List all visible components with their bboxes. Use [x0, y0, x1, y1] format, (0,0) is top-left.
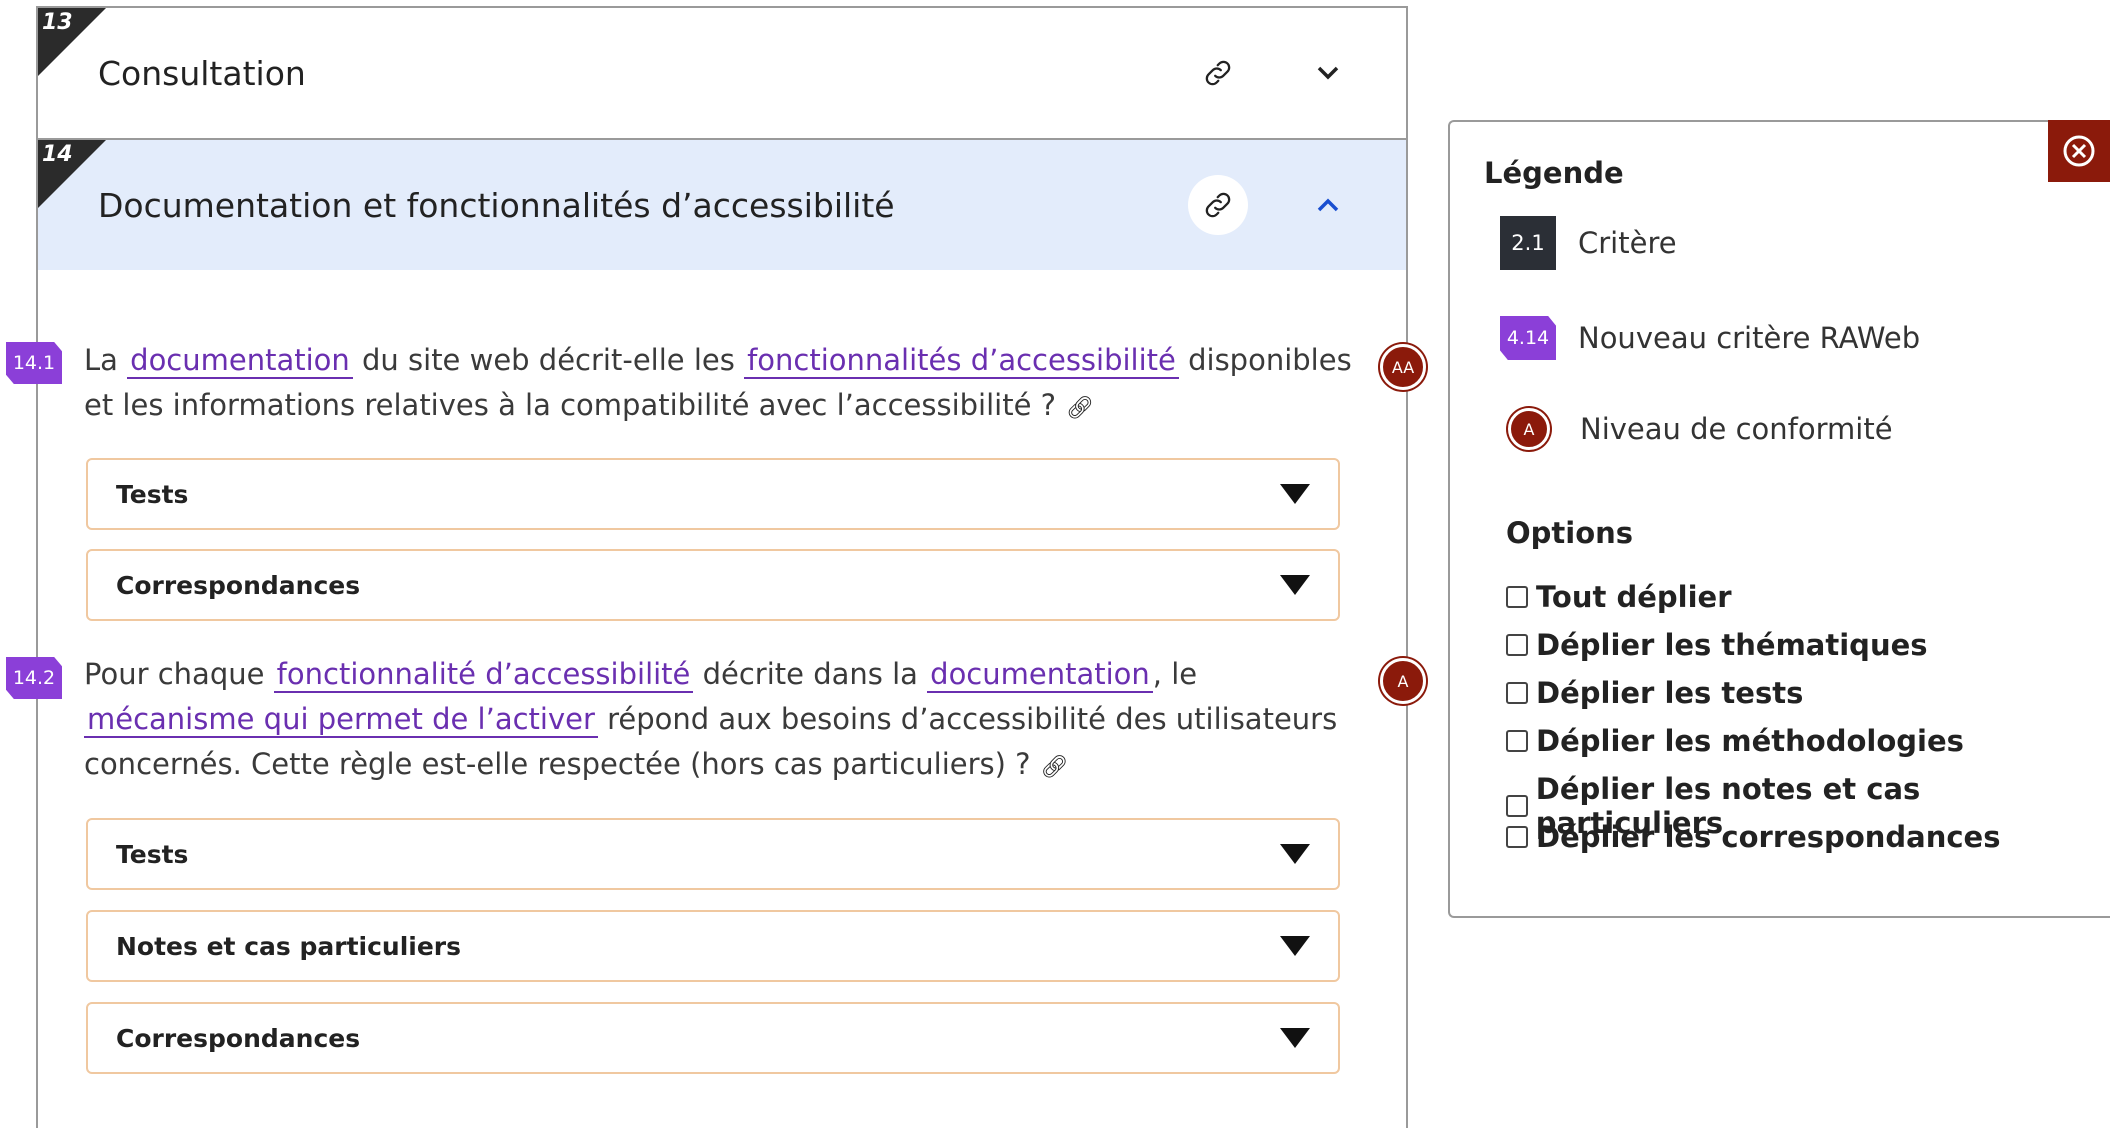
legend-item-label: Nouveau critère RAWeb [1578, 321, 1921, 355]
options-title: Options [1506, 516, 1634, 550]
new-criterion-badge: 4.14 [1500, 316, 1556, 360]
theme-header-13[interactable]: 13 Consultation [38, 8, 1406, 140]
checkbox[interactable] [1506, 586, 1528, 608]
caret-down-icon [1280, 484, 1310, 504]
theme-title: Documentation et fonctionnalités d’acces… [98, 185, 895, 225]
accordion-notes[interactable]: Notes et cas particuliers [86, 910, 1340, 982]
accordion-tests[interactable]: Tests [86, 818, 1340, 890]
theme-header-14[interactable]: 14 Documentation et fonctionnalités d’ac… [38, 140, 1406, 270]
accordion-tests[interactable]: Tests [86, 458, 1340, 530]
glossary-link-fonctionnalites[interactable]: fonctionnalités d’accessibilité [744, 343, 1179, 379]
criteria-list: 13 Consultation 14 Documentation et fonc… [6, 6, 1426, 1128]
checkbox[interactable] [1506, 730, 1528, 752]
glossary-link-mecanisme[interactable]: mécanisme qui permet de l’activer [84, 702, 598, 738]
theme-number: 14 [42, 142, 73, 167]
level-badge: A [1508, 408, 1550, 450]
new-criterion-badge: 14.2 [6, 657, 62, 699]
caret-down-icon [1280, 936, 1310, 956]
legend-title: Légende [1484, 156, 1624, 190]
legend-item-label: Critère [1578, 226, 1677, 260]
accordion-label: Correspondances [116, 570, 361, 600]
accordion-label: Tests [116, 479, 189, 509]
level-badge: AA [1380, 344, 1426, 390]
legend-panel: Légende 2.1 Critère 4.14 Nouveau critère… [1448, 120, 2110, 918]
criterion-text: La documentation du site web décrit-elle… [84, 343, 1352, 422]
new-criterion-badge: 14.1 [6, 342, 62, 384]
option-tout-deplier[interactable]: Tout déplier [1506, 580, 1732, 614]
accordion-correspondances[interactable]: Correspondances [86, 549, 1340, 621]
legend-item-level: A Niveau de conformité [1500, 408, 1893, 450]
glossary-link-fonctionnalite[interactable]: fonctionnalité d’accessibilité [273, 657, 694, 693]
criterion-text: Pour chaque fonctionnalité d’accessibili… [84, 657, 1338, 781]
criterion-badge: 2.1 [1500, 216, 1556, 270]
option-deplier-thematiques[interactable]: Déplier les thématiques [1506, 628, 1928, 662]
option-deplier-methodologies[interactable]: Déplier les méthodologies [1506, 724, 1964, 758]
checkbox[interactable] [1506, 795, 1528, 817]
theme-title: Consultation [98, 53, 306, 93]
checkbox[interactable] [1506, 826, 1528, 848]
accordion-label: Tests [116, 839, 189, 869]
link-icon[interactable]: 🔗︎ [1066, 396, 1094, 421]
link-icon[interactable]: 🔗︎ [1041, 755, 1069, 780]
theme-number: 13 [42, 10, 73, 35]
chevron-up-icon[interactable] [1308, 185, 1348, 225]
accordion-correspondances[interactable]: Correspondances [86, 1002, 1340, 1074]
close-button[interactable] [2048, 120, 2110, 182]
checkbox[interactable] [1506, 682, 1528, 704]
close-icon [2063, 135, 2095, 167]
link-icon[interactable] [1188, 43, 1248, 103]
option-deplier-tests[interactable]: Déplier les tests [1506, 676, 1803, 710]
legend-item-label: Niveau de conformité [1580, 412, 1893, 446]
legend-item-criterion: 2.1 Critère [1500, 216, 1677, 270]
checkbox[interactable] [1506, 634, 1528, 656]
accordion-label: Notes et cas particuliers [116, 931, 462, 961]
legend-item-new-criterion: 4.14 Nouveau critère RAWeb [1500, 316, 1920, 360]
glossary-link-documentation[interactable]: documentation [127, 343, 353, 379]
accordion-label: Correspondances [116, 1023, 361, 1053]
level-badge: A [1380, 658, 1426, 704]
caret-down-icon [1280, 575, 1310, 595]
caret-down-icon [1280, 1028, 1310, 1048]
chevron-down-icon[interactable] [1308, 53, 1348, 93]
caret-down-icon [1280, 844, 1310, 864]
option-deplier-correspondances[interactable]: Déplier les correspondances [1506, 820, 2000, 854]
glossary-link-documentation[interactable]: documentation [927, 657, 1153, 693]
link-icon[interactable] [1188, 175, 1248, 235]
